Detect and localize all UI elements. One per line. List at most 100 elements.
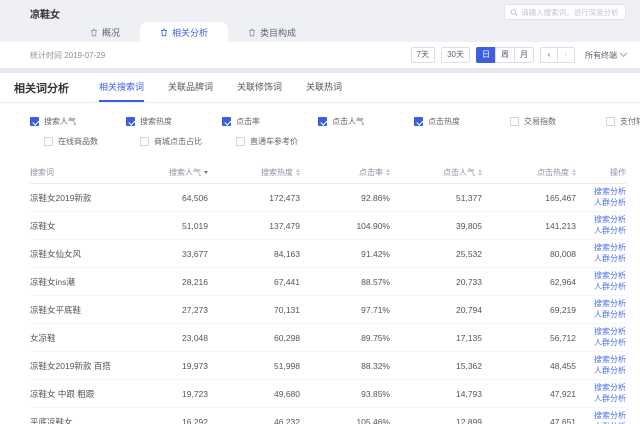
table-row: 凉鞋女ins潮 28,216 67,441 88.57% 20,733 62,964 搜索分…	[30, 268, 626, 296]
keyword-cell: 凉鞋女仙女风	[30, 248, 82, 259]
filter-checkbox-item[interactable]: 点击热度	[414, 116, 510, 127]
crowd-analysis-link[interactable]: 人群分析	[594, 338, 626, 348]
ops-cell: 搜索分析人群分析	[576, 327, 626, 348]
range-30d-button[interactable]: 30天	[441, 47, 470, 63]
crowd-analysis-link[interactable]: 人群分析	[594, 254, 626, 264]
table-row: 凉鞋女2019新款 64,506 172,473 92.86% 51,377 165,46…	[30, 184, 626, 212]
metric-cell: 48,455	[550, 360, 576, 371]
metric-cell: 17,135	[456, 332, 482, 343]
metric-cell: 47,651	[550, 416, 576, 424]
crowd-analysis-link[interactable]: 人群分析	[594, 198, 626, 208]
search-input[interactable]	[521, 7, 620, 17]
checkbox-icon[interactable]	[126, 117, 135, 126]
checkbox-icon[interactable]	[414, 117, 423, 126]
filter-checkbox-item[interactable]: 搜索热度	[126, 116, 222, 127]
crowd-analysis-link[interactable]: 人群分析	[594, 226, 626, 236]
day-button[interactable]: 日	[476, 47, 496, 63]
metric-cell: 12,899	[456, 416, 482, 424]
crowd-analysis-link[interactable]: 人群分析	[594, 366, 626, 376]
filter-checkbox-item[interactable]: 点击率	[222, 116, 318, 127]
subtab-hot-words[interactable]: 关联热词	[306, 73, 342, 102]
metric-cell: 33,677	[182, 248, 208, 259]
metric-cell: 62,964	[550, 276, 576, 287]
crowd-analysis-link[interactable]: 人群分析	[594, 282, 626, 292]
search-analysis-link[interactable]: 搜索分析	[594, 327, 626, 337]
tab-label: 概况	[102, 27, 121, 38]
metric-cell: 165,467	[545, 192, 576, 203]
search-analysis-link[interactable]: 搜索分析	[594, 411, 626, 421]
subtab-modifier-words[interactable]: 关联修饰词	[237, 73, 282, 102]
filter-checkbox-item[interactable]: 商城点击占比	[126, 136, 222, 147]
filter-checkbox-item[interactable]: 支付转化率	[606, 116, 640, 127]
search-analysis-link[interactable]: 搜索分析	[594, 383, 626, 393]
filter-checkbox-item[interactable]: 点击人气	[318, 116, 414, 127]
ops-cell: 搜索分析人群分析	[576, 299, 626, 320]
keywords-table: 搜索词 搜索人气 搜索热度 点击率 点击人气 点击热度 操作 凉鞋女2019新款 64,506…	[0, 162, 640, 424]
metric-cell: 88.57%	[361, 276, 390, 287]
filter-label: 在线商品数	[58, 137, 98, 146]
week-button[interactable]: 周	[495, 47, 515, 63]
stat-time: 统计时间 2019-07-29	[30, 50, 106, 60]
search-analysis-link[interactable]: 搜索分析	[594, 355, 626, 365]
keyword-cell: 凉鞋女2019新款	[30, 192, 92, 203]
metric-cell: 27,273	[182, 304, 208, 315]
search-analysis-link[interactable]: 搜索分析	[594, 215, 626, 225]
column-header[interactable]: 点击热度	[482, 167, 576, 178]
pager-group: ‹ ›	[540, 47, 575, 63]
metric-cell: 19,973	[182, 360, 208, 371]
checkbox-icon[interactable]	[510, 117, 519, 126]
column-header[interactable]: 点击率	[300, 167, 390, 178]
subtab-brand-words[interactable]: 关联品牌词	[168, 73, 213, 102]
search-icon	[510, 8, 518, 16]
checkbox-icon[interactable]	[140, 137, 149, 146]
column-header-label: 搜索词	[30, 168, 54, 177]
terminal-dropdown[interactable]: 所有终端	[585, 49, 628, 61]
ops-cell: 搜索分析人群分析	[576, 271, 626, 292]
tab-related-analysis[interactable]: 相关分析	[140, 22, 229, 42]
filter-checkbox-item[interactable]: 搜索人气	[30, 116, 126, 127]
crowd-analysis-link[interactable]: 人群分析	[594, 394, 626, 404]
metric-cell: 137,479	[269, 220, 300, 231]
checkbox-icon[interactable]	[30, 117, 39, 126]
metric-cell: 104.90%	[356, 220, 390, 231]
ops-cell: 搜索分析人群分析	[576, 383, 626, 404]
tab-label: 相关分析	[172, 27, 209, 38]
ops-cell: 搜索分析人群分析	[576, 215, 626, 236]
next-date-button[interactable]: ›	[557, 47, 575, 63]
metric-cell: 64,506	[182, 192, 208, 203]
checkbox-icon[interactable]	[236, 137, 245, 146]
filter-checkbox-item[interactable]: 直通车参考价	[222, 136, 318, 147]
filter-checkbox-item[interactable]: 在线商品数	[30, 136, 126, 147]
section-title: 相关词分析	[14, 82, 69, 95]
metric-cell: 92.86%	[361, 192, 390, 203]
prev-date-button[interactable]: ‹	[540, 47, 558, 63]
metric-cell: 25,532	[456, 248, 482, 259]
metric-cell: 47,921	[550, 388, 576, 399]
column-header[interactable]: 搜索热度	[208, 167, 300, 178]
checkbox-icon[interactable]	[318, 117, 327, 126]
column-header[interactable]: 搜索人气	[150, 167, 208, 178]
table-body: 凉鞋女2019新款 64,506 172,473 92.86% 51,377 165,46…	[30, 184, 626, 424]
column-header[interactable]: 点击人气	[390, 167, 482, 178]
checkbox-icon[interactable]	[222, 117, 231, 126]
range-7d-button[interactable]: 7天	[410, 47, 436, 63]
search-analysis-link[interactable]: 搜索分析	[594, 271, 626, 281]
tab-overview[interactable]: 概况	[70, 22, 140, 42]
metric-cell: 84,163	[274, 248, 300, 259]
search-analysis-link[interactable]: 搜索分析	[594, 187, 626, 197]
metric-cell: 15,362	[456, 360, 482, 371]
checkbox-icon[interactable]	[606, 117, 615, 126]
search-box[interactable]	[504, 4, 626, 20]
column-header-label: 搜索人气	[169, 168, 201, 177]
table-row: 平底凉鞋女 16,292 46,232 105.46% 12,899 47,651 搜索分析…	[30, 408, 626, 424]
crowd-analysis-link[interactable]: 人群分析	[594, 310, 626, 320]
column-header: 操作	[576, 167, 626, 178]
search-analysis-link[interactable]: 搜索分析	[594, 243, 626, 253]
subtab-related-search-words[interactable]: 相关搜索词	[99, 73, 145, 102]
checkbox-icon[interactable]	[44, 137, 53, 146]
filter-checkbox-item[interactable]: 交易指数	[510, 116, 606, 127]
tab-category-composition[interactable]: 类目构成	[228, 22, 316, 42]
month-button[interactable]: 月	[514, 47, 534, 63]
filter-row-1: 搜索人气 搜索热度 点击率 点击人气 点击热度 交易指数 支付转化率	[30, 116, 640, 127]
search-analysis-link[interactable]: 搜索分析	[594, 299, 626, 309]
